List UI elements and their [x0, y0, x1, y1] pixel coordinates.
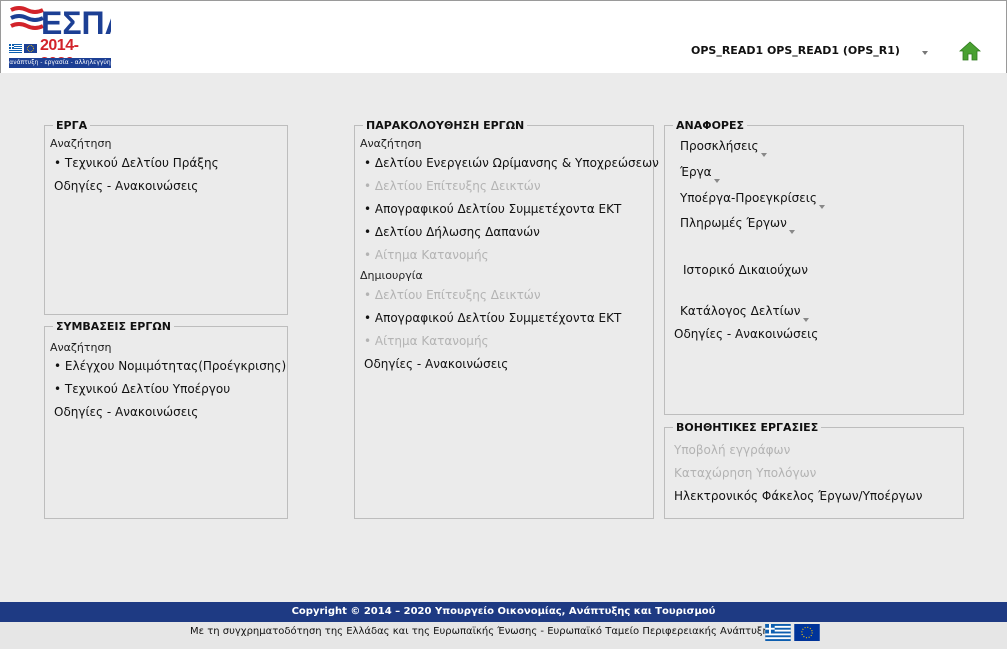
parakolouthisi-search-item-indicators: • Δελτίου Επίτευξης Δεικτών [364, 179, 541, 193]
logo-tagline: ανάπτυξη - εργασία - αλληλεγγύη [9, 58, 111, 68]
parakolouthisi-announcements-link[interactable]: Οδηγίες - Ανακοινώσεις [364, 357, 508, 371]
erga-item-technical-sheet[interactable]: • Τεχνικού Δελτίου Πράξης [54, 156, 219, 170]
panel-parakolouthisi-legend: ΠΑΡΑΚΟΛΟΥΘΗΣΗ ΕΡΓΩΝ [366, 119, 525, 132]
erga-search-heading: Αναζήτηση [50, 137, 112, 150]
anafores-menu-proskliseis[interactable]: Προσκλήσεις [680, 139, 759, 153]
panel-anafores-legend: ΑΝΑΦΟΡΕΣ [676, 119, 745, 132]
anafores-menu-erga[interactable]: Έργα [680, 165, 712, 179]
flags-icon [9, 44, 37, 53]
user-menu[interactable]: OPS_READ1 OPS_READ1 (OPS_R1) [691, 44, 900, 57]
footer-cofinance-text: Με τη συγχρηματοδότηση της Ελλάδας και τ… [190, 626, 775, 637]
panel-voithitikes-legend: ΒΟΗΘΗΤΙΚΕΣ ΕΡΓΑΣΙΕΣ [676, 421, 819, 434]
footer-copyright: Copyright © 2014 – 2020 Υπουργείο Οικονο… [0, 602, 1007, 622]
parakolouthisi-search-item-participant[interactable]: • Απογραφικού Δελτίου Συμμετέχοντα ΕΚΤ [364, 202, 621, 216]
parakolouthisi-create-heading: Δημιουργία [360, 269, 423, 282]
anafores-menu-proskliseis-label: Προσκλήσεις [680, 139, 759, 153]
greek-flag-icon [765, 624, 791, 641]
footer-cofinance-bar: Με τη συγχρηματοδότηση της Ελλάδας και τ… [0, 622, 1007, 649]
anafores-menu-pliromes[interactable]: Πληρωμές Έργων [680, 216, 787, 230]
parakolouthisi-create-item-participant[interactable]: • Απογραφικού Δελτίου Συμμετέχοντα ΕΚΤ [364, 311, 621, 325]
anafores-announcements-link[interactable]: Οδηγίες - Ανακοινώσεις [674, 327, 818, 341]
voithitikes-item-e-folder[interactable]: Ηλεκτρονικός Φάκελος Έργων/Υποέργων [674, 489, 922, 503]
erga-announcements-link[interactable]: Οδηγίες - Ανακοινώσεις [54, 179, 198, 193]
anafores-menu-katalogos-label: Κατάλογος Δελτίων [680, 304, 801, 318]
parakolouthisi-search-item-expenses[interactable]: • Δελτίου Δήλωσης Δαπανών [364, 225, 540, 239]
app-header: ΕΣΠΑ 2014-2020 ανάπτυξη - εργασία - αλλη… [0, 0, 1007, 73]
espa-logo-mark: ΕΣΠΑ [10, 5, 111, 40]
symvaseis-item-subproject-sheet[interactable]: • Τεχνικού Δελτίου Υποέργου [54, 382, 230, 396]
parakolouthisi-search-item-maturity[interactable]: • Δελτίου Ενεργειών Ωρίμανσης & Υποχρεώσ… [364, 156, 659, 170]
anafores-menu-katalogos[interactable]: Κατάλογος Δελτίων [680, 304, 801, 318]
chevron-down-icon[interactable] [922, 51, 928, 55]
espa-logo[interactable]: ΕΣΠΑ 2014-2020 ανάπτυξη - εργασία - αλλη… [9, 5, 111, 72]
symvaseis-announcements-link[interactable]: Οδηγίες - Ανακοινώσεις [54, 405, 198, 419]
anafores-menu-pliromes-label: Πληρωμές Έργων [680, 216, 787, 230]
home-icon[interactable] [959, 41, 981, 61]
anafores-link-istoriko[interactable]: Ιστορικό Δικαιούχων [683, 263, 808, 277]
voithitikes-item-upload: Υποβολή εγγράφων [674, 443, 791, 457]
voithitikes-item-accountables: Καταχώρηση Υπολόγων [674, 466, 817, 480]
parakolouthisi-create-item-indicators: • Δελτίου Επίτευξης Δεικτών [364, 288, 541, 302]
anafores-menu-ypoerga-label: Υποέργα-Προεγκρίσεις [680, 191, 817, 205]
symvaseis-item-legality-check[interactable]: • Ελέγχου Νομιμότητας(Προέγκρισης) [54, 359, 286, 373]
symvaseis-search-heading: Αναζήτηση [50, 341, 112, 354]
eu-flag-icon [794, 624, 820, 641]
panel-symvaseis-legend: ΣΥΜΒΑΣΕΙΣ ΕΡΓΩΝ [56, 320, 171, 333]
anafores-menu-ypoerga[interactable]: Υποέργα-Προεγκρίσεις [680, 191, 817, 205]
panel-erga-legend: ΕΡΓΑ [56, 119, 88, 132]
parakolouthisi-search-heading: Αναζήτηση [360, 137, 422, 150]
parakolouthisi-search-item-allocation: • Αίτημα Κατανομής [364, 248, 489, 262]
parakolouthisi-create-item-allocation: • Αίτημα Κατανομής [364, 334, 489, 348]
anafores-menu-erga-label: Έργα [680, 165, 712, 179]
logo-title: ΕΣΠΑ [41, 5, 111, 40]
